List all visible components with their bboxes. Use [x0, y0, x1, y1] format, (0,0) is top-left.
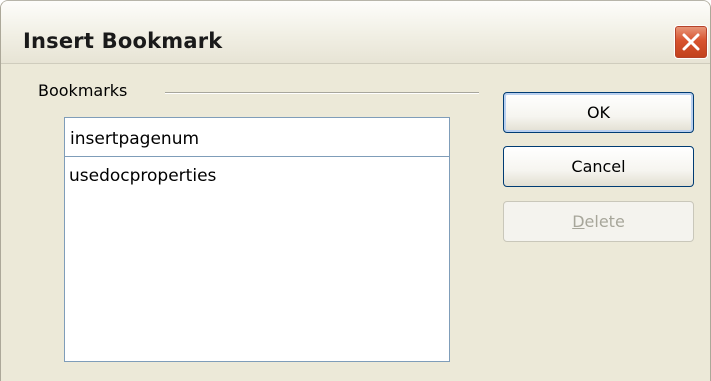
window-title: Insert Bookmark — [23, 29, 223, 53]
group-divider-highlight — [165, 93, 479, 94]
delete-button[interactable]: Delete — [503, 201, 694, 242]
cancel-button[interactable]: Cancel — [503, 146, 694, 187]
delete-button-mnemonic: D — [572, 212, 585, 231]
close-button[interactable] — [674, 25, 708, 59]
bookmarks-listbox[interactable]: usedocproperties — [64, 156, 450, 362]
title-bar[interactable]: Insert Bookmark — [1, 1, 710, 64]
list-item[interactable]: usedocproperties — [69, 166, 216, 186]
close-icon — [682, 33, 700, 51]
insert-bookmark-dialog: Insert Bookmark Bookmarks insertpagenum … — [0, 0, 711, 381]
ok-button[interactable]: OK — [503, 92, 694, 133]
bookmark-name-input[interactable]: insertpagenum — [64, 117, 450, 157]
delete-button-label: elete — [584, 212, 625, 231]
bookmarks-group-label: Bookmarks — [38, 81, 128, 100]
